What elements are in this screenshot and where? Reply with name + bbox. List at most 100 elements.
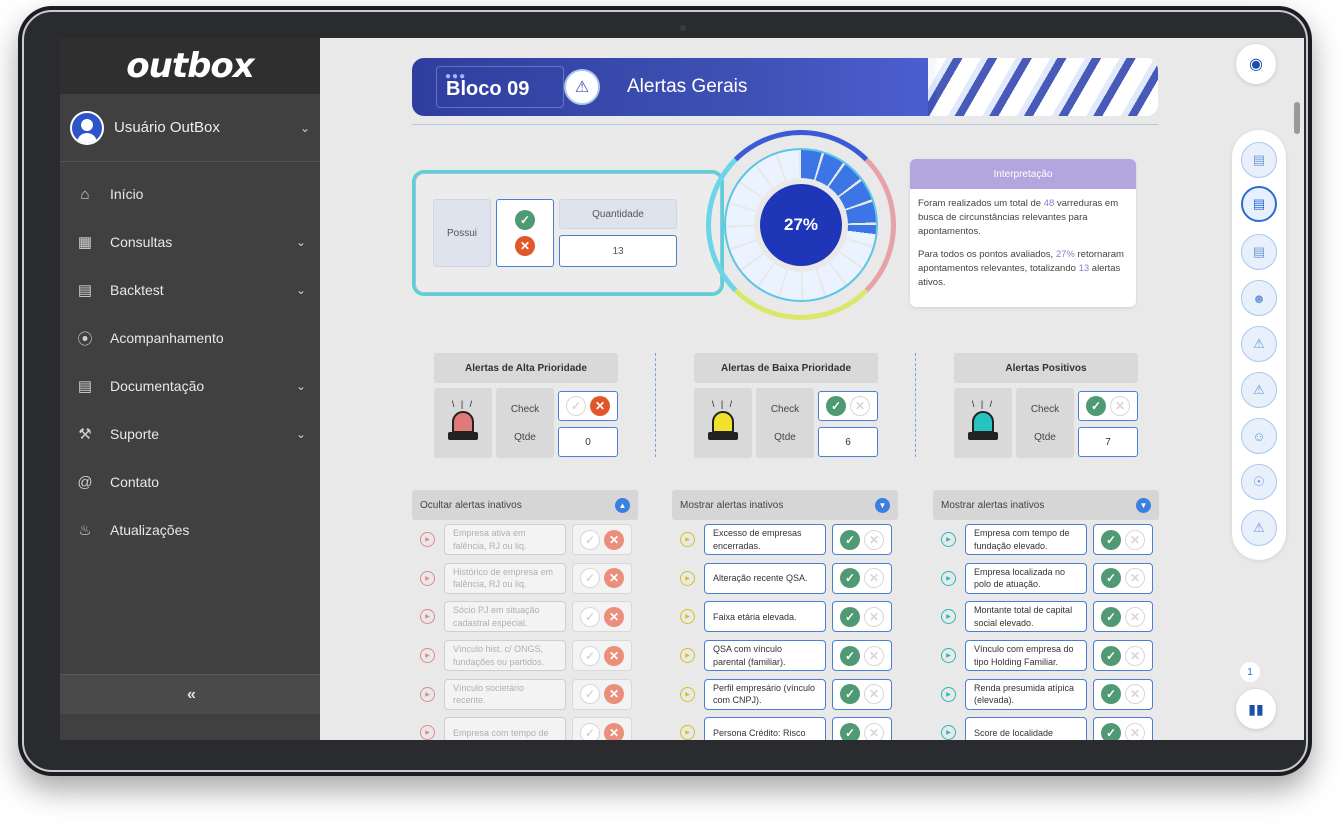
check-icon[interactable]: ✓ xyxy=(840,722,860,740)
close-icon[interactable]: ✕ xyxy=(604,684,624,705)
check-toggle[interactable]: ✓ ✕ xyxy=(1078,391,1138,421)
check-icon[interactable]: ✓ xyxy=(580,568,600,589)
play-icon[interactable]: ▶ xyxy=(941,686,956,702)
sidebar-item-documentacao[interactable]: ▤ Documentação ⌄ xyxy=(60,362,320,410)
check-icon[interactable]: ✓ xyxy=(1101,606,1121,627)
close-icon[interactable]: ✕ xyxy=(604,645,624,666)
play-icon[interactable]: ▶ xyxy=(680,686,695,702)
check-toggle[interactable]: ✓ ✕ xyxy=(572,524,632,555)
close-icon[interactable]: ✕ xyxy=(604,568,624,589)
cards-icon[interactable]: ▮▮ xyxy=(1236,689,1276,729)
check-toggle[interactable]: ✓ ✕ xyxy=(558,391,618,421)
close-icon[interactable]: ✕ xyxy=(1125,529,1145,550)
check-toggle[interactable]: ✓ ✕ xyxy=(1093,640,1153,672)
scrollbar[interactable] xyxy=(1294,102,1300,134)
play-icon[interactable]: ▶ xyxy=(680,532,695,547)
network-icon[interactable]: ☉ xyxy=(1241,464,1277,500)
sidebar-item-contato[interactable]: @ Contato xyxy=(60,458,320,506)
check-icon[interactable]: ✓ xyxy=(580,529,600,550)
sidebar-item-backtest[interactable]: ▤ Backtest ⌄ xyxy=(60,266,320,314)
close-icon[interactable]: ✕ xyxy=(604,722,624,740)
check-icon[interactable]: ✓ xyxy=(840,568,860,589)
check-icon[interactable]: ✓ xyxy=(515,210,535,230)
close-icon[interactable]: ✕ xyxy=(864,645,884,666)
check-toggle[interactable]: ✓ ✕ xyxy=(572,640,632,672)
check-toggle[interactable]: ✓ ✕ xyxy=(832,678,892,710)
check-icon[interactable]: ✓ xyxy=(1101,568,1121,589)
play-icon[interactable]: ▶ xyxy=(941,609,956,625)
play-icon[interactable]: ▶ xyxy=(941,532,956,547)
close-icon[interactable]: ✕ xyxy=(1110,396,1130,416)
check-icon[interactable]: ✓ xyxy=(580,606,600,627)
check-icon[interactable]: ✓ xyxy=(840,606,860,627)
alert-icon[interactable]: ⚠ xyxy=(1241,372,1277,408)
warning-chart-icon[interactable]: ⚠ xyxy=(1241,326,1277,362)
check-toggle[interactable]: ✓ ✕ xyxy=(832,562,892,594)
close-icon[interactable]: ✕ xyxy=(1125,722,1145,740)
check-icon[interactable]: ✓ xyxy=(826,396,846,416)
play-icon[interactable]: ▶ xyxy=(420,609,435,625)
check-icon[interactable]: ✓ xyxy=(1086,396,1106,416)
check-icon[interactable]: ✓ xyxy=(1101,645,1121,666)
collapse-sidebar-button[interactable]: « xyxy=(60,674,320,714)
document-icon[interactable]: ▤ xyxy=(1241,142,1277,178)
check-icon[interactable]: ✓ xyxy=(1101,684,1121,705)
report-icon[interactable]: ▤ xyxy=(1241,234,1277,270)
check-toggle[interactable]: ✓ ✕ xyxy=(1093,562,1153,594)
chevron-down-icon[interactable]: ▼ xyxy=(1136,497,1151,513)
close-icon[interactable]: ✕ xyxy=(590,396,610,416)
check-icon[interactable]: ✓ xyxy=(580,645,600,666)
toggle-inactive-alerts[interactable]: Mostrar alertas inativos ▼ xyxy=(672,490,898,520)
close-icon[interactable]: ✕ xyxy=(864,684,884,705)
play-icon[interactable]: ▶ xyxy=(941,570,956,586)
close-icon[interactable]: ✕ xyxy=(1125,606,1145,627)
close-icon[interactable]: ✕ xyxy=(864,568,884,589)
close-icon[interactable]: ✕ xyxy=(604,606,624,627)
play-icon[interactable]: ▶ xyxy=(941,648,956,664)
check-toggle[interactable]: ✓ ✕ xyxy=(1093,717,1153,740)
check-icon[interactable]: ✓ xyxy=(840,684,860,705)
user-menu[interactable]: Usuário OutBox ⌄ xyxy=(60,94,320,162)
play-icon[interactable]: ▶ xyxy=(420,570,435,586)
chart-doc-icon[interactable]: ▤ xyxy=(1241,186,1277,222)
check-toggle[interactable]: ✓ ✕ xyxy=(572,601,632,633)
check-icon[interactable]: ✓ xyxy=(580,684,600,705)
play-icon[interactable]: ▶ xyxy=(680,570,695,586)
possui-toggle[interactable]: ✓ ✕ xyxy=(496,199,554,267)
close-icon[interactable]: ✕ xyxy=(864,606,884,627)
check-toggle[interactable]: ✓ ✕ xyxy=(1093,524,1153,555)
play-icon[interactable]: ▶ xyxy=(420,686,435,702)
check-icon[interactable]: ✓ xyxy=(580,722,600,740)
close-icon[interactable]: ✕ xyxy=(1125,645,1145,666)
check-icon[interactable]: ✓ xyxy=(840,529,860,550)
play-icon[interactable]: ▶ xyxy=(420,725,435,740)
check-toggle[interactable]: ✓ ✕ xyxy=(832,524,892,555)
check-icon[interactable]: ✓ xyxy=(566,396,586,416)
check-toggle[interactable]: ✓ ✕ xyxy=(572,562,632,594)
check-icon[interactable]: ✓ xyxy=(840,645,860,666)
play-icon[interactable]: ▶ xyxy=(420,648,435,664)
close-icon[interactable]: ✕ xyxy=(515,236,535,256)
faces-icon[interactable]: ☺ xyxy=(1241,418,1277,454)
close-icon[interactable]: ✕ xyxy=(864,722,884,740)
toggle-inactive-alerts[interactable]: Ocultar alertas inativos ▲ xyxy=(412,490,638,520)
sidebar-item-consultas[interactable]: ▦ Consultas ⌄ xyxy=(60,218,320,266)
chevron-down-icon[interactable]: ▼ xyxy=(875,497,890,513)
check-toggle[interactable]: ✓ ✕ xyxy=(572,717,632,740)
warning-search-icon[interactable]: ⚠ xyxy=(1241,510,1277,546)
close-icon[interactable]: ✕ xyxy=(1125,568,1145,589)
chevron-up-icon[interactable]: ▲ xyxy=(615,497,630,513)
check-toggle[interactable]: ✓ ✕ xyxy=(572,678,632,710)
eye-icon[interactable]: ◉ xyxy=(1236,44,1276,84)
play-icon[interactable]: ▶ xyxy=(680,648,695,664)
play-icon[interactable]: ▶ xyxy=(941,725,956,740)
close-icon[interactable]: ✕ xyxy=(604,529,624,550)
sidebar-item-acompanhamento[interactable]: ⦿ Acompanhamento xyxy=(60,314,320,362)
check-icon[interactable]: ✓ xyxy=(1101,529,1121,550)
people-icon[interactable]: ☻ xyxy=(1241,280,1277,316)
play-icon[interactable]: ▶ xyxy=(680,609,695,625)
sidebar-item-suporte[interactable]: ⚒ Suporte ⌄ xyxy=(60,410,320,458)
close-icon[interactable]: ✕ xyxy=(850,396,870,416)
check-toggle[interactable]: ✓ ✕ xyxy=(832,717,892,740)
toggle-inactive-alerts[interactable]: Mostrar alertas inativos ▼ xyxy=(933,490,1159,520)
